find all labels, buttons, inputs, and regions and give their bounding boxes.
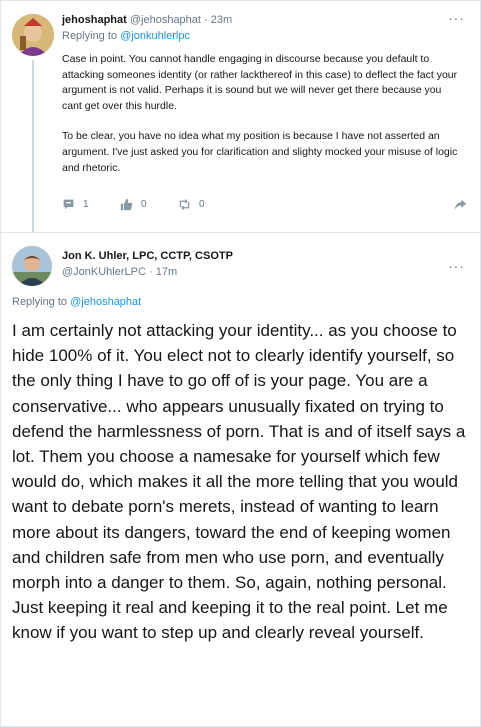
retweet-icon bbox=[179, 199, 190, 210]
tweet1-header: jehoshaphat @jehoshaphat · 23m bbox=[62, 14, 232, 26]
tweet2-time[interactable]: 17m bbox=[156, 266, 177, 278]
reply-icon bbox=[63, 199, 74, 210]
replying-to-label: Replying to bbox=[12, 296, 68, 308]
like-count: 0 bbox=[141, 199, 147, 210]
tweet1-body: Case in point. You cannot handle engagin… bbox=[62, 52, 462, 176]
retweet-count: 0 bbox=[199, 199, 205, 210]
tweet2-meta: @JonKUhlerLPC · 17m bbox=[62, 266, 177, 278]
divider bbox=[0, 232, 481, 233]
reply-button[interactable]: 1 bbox=[62, 198, 89, 211]
tweet1-paragraph-1: Case in point. You cannot handle engagin… bbox=[62, 53, 458, 112]
tweet1-time[interactable]: 23m bbox=[211, 14, 232, 26]
tweet1-handle[interactable]: @jehoshaphat bbox=[130, 14, 201, 26]
retweet-button[interactable]: 0 bbox=[178, 198, 205, 211]
separator-dot: · bbox=[149, 266, 153, 278]
share-button[interactable] bbox=[454, 198, 467, 211]
tweet1-replying-to: Replying to @jonkuhlerlpc bbox=[62, 30, 190, 42]
more-options-icon[interactable]: ··· bbox=[448, 258, 465, 274]
like-button[interactable]: 0 bbox=[120, 198, 147, 211]
tweet2-replying-to: Replying to @jehoshaphat bbox=[12, 296, 141, 308]
tweet1-paragraph-2: To be clear, you have no idea what my po… bbox=[62, 130, 458, 174]
reply-count: 1 bbox=[83, 199, 89, 210]
replying-to-link[interactable]: @jonkuhlerlpc bbox=[120, 30, 190, 42]
tweet2-display-name[interactable]: Jon K. Uhler, LPC, CCTP, CSOTP bbox=[62, 250, 233, 262]
share-arrow-icon bbox=[454, 199, 467, 210]
tweet2-body: I am certainly not attacking your identi… bbox=[12, 321, 466, 643]
tweet1-display-name[interactable]: jehoshaphat bbox=[62, 14, 127, 26]
replying-to-link[interactable]: @jehoshaphat bbox=[70, 296, 141, 308]
avatar[interactable] bbox=[12, 246, 52, 286]
separator-dot: · bbox=[204, 14, 208, 26]
more-options-icon[interactable]: ··· bbox=[448, 10, 465, 26]
thread-connector bbox=[32, 60, 34, 232]
tweet2-handle[interactable]: @JonKUhlerLPC bbox=[62, 266, 146, 278]
avatar[interactable] bbox=[12, 14, 54, 56]
tweet1-actions: 1 0 0 bbox=[62, 198, 468, 214]
replying-to-label: Replying to bbox=[62, 30, 118, 42]
thumbs-up-icon bbox=[120, 198, 133, 211]
